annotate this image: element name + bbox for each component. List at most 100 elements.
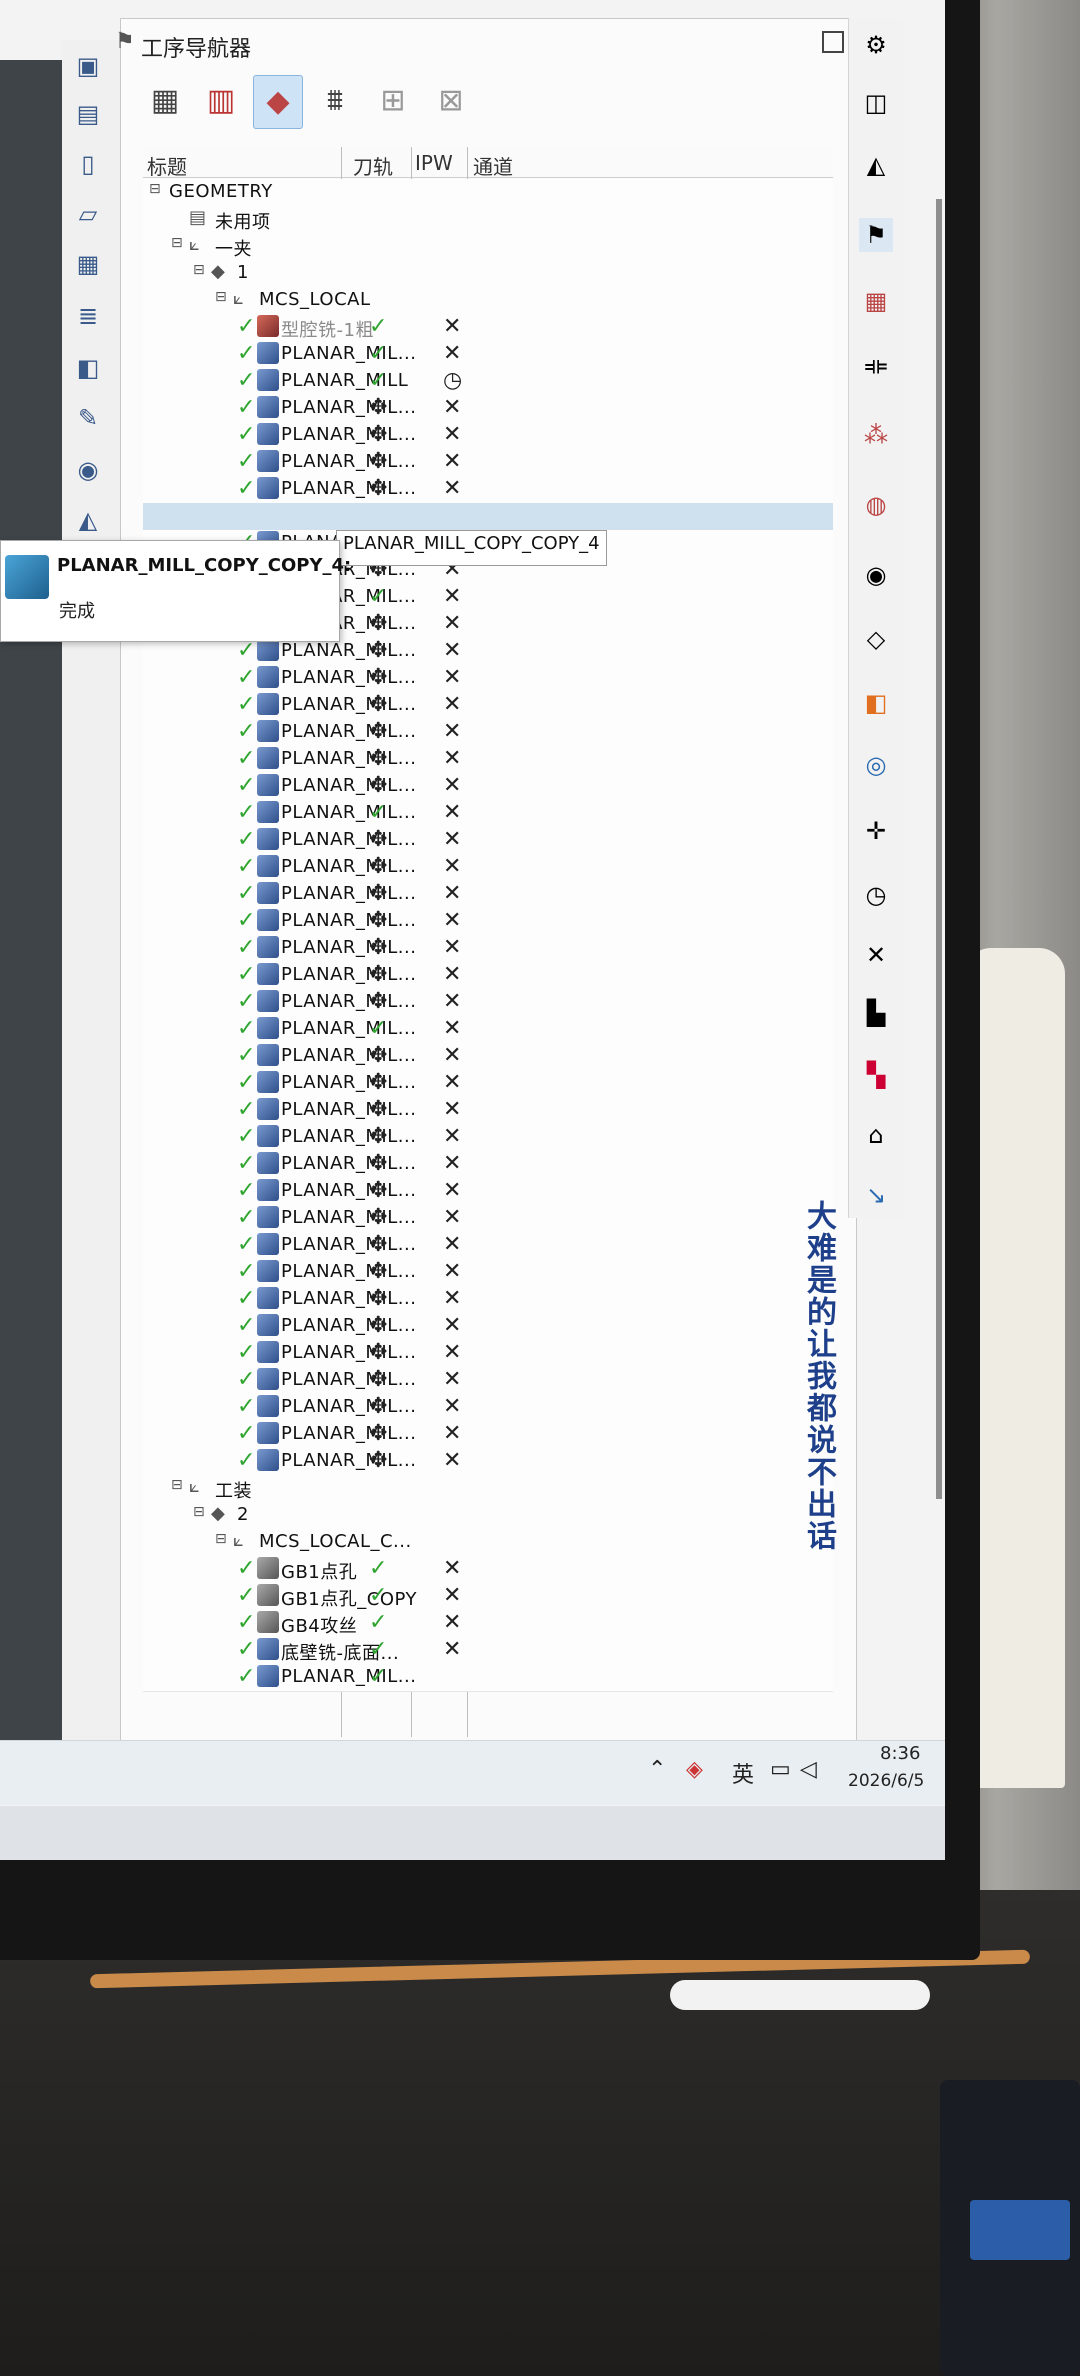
- col-ipw[interactable]: IPW: [415, 151, 453, 175]
- volume-icon[interactable]: ◁: [800, 1757, 817, 1782]
- tree-row[interactable]: ⊟ ⟀ MCS_LOCAL: [143, 287, 833, 315]
- tree-row[interactable]: ✓PLANAR_MIL...✓✕: [143, 341, 833, 369]
- collapse-icon[interactable]: ⊟: [215, 289, 227, 305]
- tree-row[interactable]: ✓PLANAR_MIL...✥✕: [143, 773, 833, 801]
- tree-row[interactable]: ✓PLANAR_MIL...✥✕: [143, 881, 833, 909]
- cut-icon[interactable]: ◧: [70, 350, 106, 386]
- palette-icon[interactable]: ▚: [859, 1058, 893, 1092]
- tree-row[interactable]: ✓PLANAR_MIL...✥✕: [143, 449, 833, 477]
- method-view-icon[interactable]: ⩩: [311, 75, 359, 127]
- tree-row[interactable]: ✓PLANAR_MIL...✥✕: [143, 935, 833, 963]
- connect-icon[interactable]: ⟚: [859, 348, 893, 382]
- network-icon[interactable]: ⁂: [859, 418, 893, 452]
- ime-indicator[interactable]: 英: [732, 1757, 754, 1789]
- eye-icon[interactable]: ◉: [859, 558, 893, 592]
- vertical-scrollbar[interactable]: [936, 199, 942, 1499]
- overlap-icon[interactable]: ◧: [859, 686, 893, 720]
- tree-row[interactable]: ✓PLANAR_MIL...✥✕: [143, 638, 833, 666]
- collapse-icon[interactable]: ⊟: [149, 181, 161, 197]
- tree-row[interactable]: ✓PLANAR_MIL...✥✕: [143, 476, 833, 504]
- tree-row[interactable]: ✓ GB4攻丝 ✓ ✕: [143, 1610, 833, 1638]
- add-icon[interactable]: ⊞: [369, 75, 417, 127]
- collapse-icon[interactable]: ⊟: [171, 235, 183, 251]
- target-icon[interactable]: ✛: [859, 814, 893, 848]
- tree-row[interactable]: ✓PLANAR_MIL...✥✕: [143, 1205, 833, 1233]
- collapse-icon[interactable]: ⊟: [193, 262, 205, 278]
- program-view-icon[interactable]: ▦: [141, 75, 189, 127]
- tool-head-icon[interactable]: ◍: [859, 488, 893, 522]
- tree-row[interactable]: ✓PLANAR_MIL...✥✕: [143, 1124, 833, 1152]
- tree-row[interactable]: ✓PLANAR_MIL...✥✕: [143, 827, 833, 855]
- tree-row[interactable]: ✓PLANAR_MIL...✥✕: [143, 1097, 833, 1125]
- layers-icon[interactable]: ≣: [70, 298, 106, 334]
- tree-row[interactable]: ✓PLANAR_MIL...✥✕: [143, 1151, 833, 1179]
- collapse-icon[interactable]: ⊟: [171, 1477, 183, 1493]
- tree-row[interactable]: ✓PLANAR_MIL...✥✕: [143, 1259, 833, 1287]
- eye-icon[interactable]: ◉: [70, 452, 106, 488]
- tree-row[interactable]: ✓PLANAR_MIL...✥✕: [143, 1286, 833, 1314]
- tree-row[interactable]: ✓ 底壁铣-底面... ✓ ✕: [143, 1637, 833, 1665]
- tree-row[interactable]: ✓PLANAR_MIL...✥✕: [143, 989, 833, 1017]
- tree-row[interactable]: ✓ PLANAR_MILL ✓ ◷: [143, 368, 833, 396]
- clock-icon[interactable]: ◷: [859, 878, 893, 912]
- tree-row[interactable]: ✓PLANAR_MIL...✥✕: [143, 1043, 833, 1071]
- tree-row[interactable]: ⊟ GEOMETRY: [143, 179, 833, 207]
- tree-row[interactable]: ⊟ ⟀ 工装: [143, 1475, 833, 1503]
- tree-row[interactable]: ✓ PLANAR_MIL... ✓: [143, 1664, 833, 1692]
- tools-icon[interactable]: ✕: [859, 938, 893, 972]
- tree-row[interactable]: ⊟ ⟀ 一夹: [143, 233, 833, 261]
- shelf-icon[interactable]: ⌂: [859, 1118, 893, 1152]
- chevron-up-icon[interactable]: ⌃: [648, 1757, 666, 1782]
- tree-row[interactable]: ✓PLANAR_MIL...✓✕: [143, 800, 833, 828]
- tree-row[interactable]: ⊟ ◆ 1: [143, 260, 833, 288]
- delete-icon[interactable]: ⊠: [427, 75, 475, 127]
- tree-row[interactable]: ✓ 型腔铣-1粗 ✓ ✕: [143, 314, 833, 342]
- col-channel[interactable]: 通道: [473, 151, 513, 180]
- tree-row[interactable]: ✓PLANAR_MIL...✓✕: [143, 1016, 833, 1044]
- tree-row[interactable]: ✓PLANAR_MIL...✥✕: [143, 908, 833, 936]
- tree-row[interactable]: ✓ GB1点孔_COPY ✓ ✕: [143, 1583, 833, 1611]
- tree-row[interactable]: ✓PLANAR_MIL...✥✕: [143, 719, 833, 747]
- tree-row[interactable]: ✓PLANAR_MIL...✥✕: [143, 665, 833, 693]
- tree-row[interactable]: ✓PLANAR_MIL...✥✕: [143, 1232, 833, 1260]
- collapse-icon[interactable]: ⊟: [193, 1504, 205, 1520]
- assembly-icon[interactable]: ◭: [859, 148, 893, 182]
- tree-row[interactable]: ▤ 未用项: [143, 206, 833, 234]
- collapse-icon[interactable]: ⊟: [215, 1531, 227, 1547]
- tree-row[interactable]: ⊟ ⟀ MCS_LOCAL_C...: [143, 1529, 833, 1557]
- machine-icon[interactable]: ▙: [859, 996, 893, 1030]
- tree-row[interactable]: ✓PLANAR_MIL...✥✕: [143, 395, 833, 423]
- hat-icon[interactable]: ◭: [70, 502, 106, 538]
- clock-date[interactable]: 2026/6/5: [848, 1771, 924, 1791]
- tree-row[interactable]: ✓PLANAR_MIL...✥✕: [143, 1070, 833, 1098]
- col-name[interactable]: 标题: [147, 151, 187, 180]
- tree-row[interactable]: ✓PLANAR_MIL...✥✕: [143, 746, 833, 774]
- tree-row[interactable]: ✓ GB1点孔 ✓ ✕: [143, 1556, 833, 1584]
- tree-row[interactable]: ✓PLANAR_MIL...✥✕: [143, 1313, 833, 1341]
- install-icon[interactable]: ↘: [859, 1178, 893, 1212]
- navigator-tab-icon[interactable]: ⚑: [859, 218, 893, 252]
- plane-icon[interactable]: ▱: [70, 196, 106, 232]
- tree-row[interactable]: [143, 503, 833, 531]
- globe-icon[interactable]: ◎: [859, 748, 893, 782]
- tree-row[interactable]: ✓PLANAR_MIL...✥✕: [143, 962, 833, 990]
- machine-tool-view-icon[interactable]: ▥: [197, 75, 245, 127]
- tree-row[interactable]: ✓PLANAR_MIL...✥✕: [143, 1340, 833, 1368]
- tree-row[interactable]: ✓PLANAR_MIL...✥✕: [143, 1367, 833, 1395]
- table-icon[interactable]: ▦: [859, 284, 893, 318]
- edit-icon[interactable]: ✎: [70, 400, 106, 436]
- maximize-icon[interactable]: [822, 31, 844, 53]
- tree-row[interactable]: ✓PLANAR_MIL...✥✕: [143, 1394, 833, 1422]
- list-icon[interactable]: ▤: [70, 96, 106, 132]
- settings-icon[interactable]: ⚙: [859, 28, 893, 62]
- clipboard-icon[interactable]: ▦: [70, 246, 106, 282]
- tree-row[interactable]: ✓PLANAR_MIL...✥✕: [143, 1448, 833, 1476]
- file-icon[interactable]: ▯: [70, 146, 106, 182]
- antivirus-icon[interactable]: ◈: [686, 1757, 703, 1782]
- notification-icon[interactable]: ▭: [770, 1757, 791, 1782]
- tree-row[interactable]: ✓PLANAR_MIL...✥✕: [143, 692, 833, 720]
- tree-row[interactable]: ⊟ ◆ 2: [143, 1502, 833, 1530]
- tree-row[interactable]: ✓PLANAR_MIL...✥✕: [143, 854, 833, 882]
- view-icon[interactable]: ▣: [70, 48, 106, 84]
- part-icon[interactable]: ◫: [859, 86, 893, 120]
